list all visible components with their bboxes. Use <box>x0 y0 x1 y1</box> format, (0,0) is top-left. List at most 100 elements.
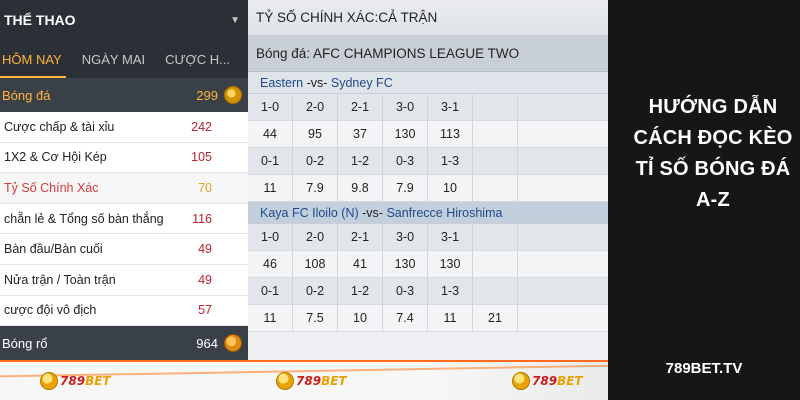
odds-cell[interactable]: 46 <box>248 251 293 277</box>
odds-cell[interactable]: 37 <box>338 121 383 147</box>
market-label: chẵn lẻ & Tổng số bàn thắng <box>4 211 164 226</box>
odds-cell[interactable]: 130 <box>428 251 473 277</box>
odds-grid: 1-0 2-0 2-1 3-0 3-1 46 108 41 130 130 0-1 0-2 1-2 0-3… <box>248 224 608 332</box>
sport-label: Bóng rổ <box>2 335 48 351</box>
score-cell: 0-2 <box>293 278 338 304</box>
tab-today[interactable]: HÔM NAY <box>0 40 66 78</box>
league-header: Bóng đá: AFC CHAMPIONS LEAGUE TWO <box>248 36 608 72</box>
banner-site-url[interactable]: 789BET.TV <box>608 360 800 377</box>
versus-label: -vs- <box>306 75 328 90</box>
market-item-1x2-double-chance[interactable]: 1X2 & Cơ Hội Kép 105 <box>0 142 248 174</box>
odds-cell[interactable]: 44 <box>248 121 293 147</box>
market-count: 70 <box>198 180 212 195</box>
sport-count: 964 <box>196 335 218 351</box>
odds-cell[interactable]: 108 <box>293 251 338 277</box>
odds-cell[interactable]: 130 <box>383 121 428 147</box>
odds-cell[interactable]: 113 <box>428 121 473 147</box>
away-team: Sanfrecce Hiroshima <box>386 205 503 220</box>
market-label: cược đội vô địch <box>4 303 97 318</box>
score-cell: 0-2 <box>293 148 338 174</box>
odds-cell[interactable]: 7.9 <box>293 175 338 201</box>
odds-cell[interactable]: 41 <box>338 251 383 277</box>
market-item-correct-score[interactable]: Tỷ Số Chính Xác 70 <box>0 173 248 204</box>
market-item-outright-winner[interactable]: cược đội vô địch 57 <box>0 295 248 327</box>
score-cell <box>473 224 518 250</box>
odds-cell[interactable]: 11 <box>248 175 293 201</box>
score-row: 0-1 0-2 1-2 0-3 1-3 <box>248 148 608 175</box>
score-cell: 0-1 <box>248 278 293 304</box>
tab-tomorrow[interactable]: NGÀY MAI <box>80 40 149 78</box>
odds-cell[interactable]: 7.4 <box>383 305 428 331</box>
away-team: Sydney FC <box>330 75 393 90</box>
brand-logo: 789BET <box>276 372 347 390</box>
score-cell: 1-3 <box>428 278 473 304</box>
sports-sidebar: THỂ THAO ▼ HÔM NAY NGÀY MAI CƯỢC H... Bó… <box>0 0 248 400</box>
market-label: Cược chấp & tài xỉu <box>4 119 115 134</box>
coin-icon <box>276 372 294 390</box>
brand-logo: 789BET <box>512 372 583 390</box>
basketball-icon <box>224 334 242 353</box>
odds-cell[interactable]: 10 <box>428 175 473 201</box>
market-count: 49 <box>198 242 212 257</box>
banner-headline: HƯỚNG DẪN CÁCH ĐỌC KÈO TỈ SỐ BÓNG ĐÁ A-Z <box>626 92 800 216</box>
sidebar-header[interactable]: THỂ THAO ▼ <box>0 0 248 40</box>
score-cell: 1-2 <box>338 148 383 174</box>
market-label: 1X2 & Cơ Hội Kép <box>4 150 107 165</box>
odds-cell[interactable]: 11 <box>248 305 293 331</box>
market-count: 116 <box>192 211 212 226</box>
score-row: 1-0 2-0 2-1 3-0 3-1 <box>248 224 608 251</box>
score-cell <box>473 94 518 120</box>
market-item-halftime-fulltime[interactable]: Nửa trận / Toàn trận 49 <box>0 264 248 296</box>
score-cell: 0-3 <box>383 148 428 174</box>
score-cell: 0-3 <box>383 278 428 304</box>
score-cell: 2-1 <box>338 224 383 250</box>
odds-cell[interactable]: 95 <box>293 121 338 147</box>
odds-cell[interactable] <box>473 251 518 277</box>
odds-cell[interactable]: 21 <box>473 305 518 331</box>
score-cell: 2-0 <box>293 224 338 250</box>
soccer-ball-icon <box>224 86 242 104</box>
market-count: 57 <box>198 303 212 318</box>
coin-icon <box>40 372 58 390</box>
sidebar-title: THỂ THAO <box>4 12 76 28</box>
score-cell: 2-1 <box>338 94 383 120</box>
score-cell: 2-0 <box>293 94 338 120</box>
watermark-strip: 789BET 789BET 789BET <box>0 360 608 400</box>
score-cell: 1-0 <box>248 224 293 250</box>
market-item-odd-even-total-goals[interactable]: chẵn lẻ & Tổng số bàn thắng 116 <box>0 203 248 235</box>
sport-item-basketball[interactable]: Bóng rổ 964 <box>0 326 248 361</box>
day-tabs: HÔM NAY NGÀY MAI CƯỢC H... <box>0 40 248 78</box>
odds-panel: TỶ SỐ CHÍNH XÁC:CẢ TRẬN Bóng đá: AFC CHA… <box>248 0 608 400</box>
score-row: 0-1 0-2 1-2 0-3 1-3 <box>248 278 608 305</box>
odds-cell[interactable]: 130 <box>383 251 428 277</box>
odds-cell[interactable] <box>473 175 518 201</box>
odds-cell[interactable]: 11 <box>428 305 473 331</box>
home-team: Kaya FC Iloilo (N) <box>260 205 359 220</box>
market-item-first-last-goal[interactable]: Bàn đầu/Bàn cuối 49 <box>0 234 248 265</box>
odds-grid: 1-0 2-0 2-1 3-0 3-1 44 95 37 130 113 0-1 0-2 1-2 0-3 1… <box>248 94 608 202</box>
tab-outright[interactable]: CƯỢC H... <box>163 40 234 78</box>
versus-label: -vs- <box>362 205 383 220</box>
banner-line: CÁCH ĐỌC KÈO <box>633 127 793 149</box>
odds-row: 11 7.5 10 7.4 11 21 <box>248 305 608 332</box>
odds-cell[interactable]: 10 <box>338 305 383 331</box>
sport-label: Bóng đá <box>2 87 51 103</box>
logo-text: 789BET <box>296 374 347 388</box>
score-cell: 0-1 <box>248 148 293 174</box>
score-cell: 1-3 <box>428 148 473 174</box>
odds-cell[interactable]: 7.9 <box>383 175 428 201</box>
banner-line: A-Z <box>696 189 730 211</box>
home-team: Eastern <box>260 75 304 90</box>
odds-cell[interactable] <box>473 121 518 147</box>
market-item-handicap-overunder[interactable]: Cược chấp & tài xỉu 242 <box>0 112 248 143</box>
banner-line: TỈ SỐ BÓNG ĐÁ <box>635 158 791 180</box>
market-count: 105 <box>191 150 212 165</box>
collapse-caret-icon[interactable]: ▼ <box>230 15 240 26</box>
odds-cell[interactable]: 7.5 <box>293 305 338 331</box>
score-cell: 3-0 <box>383 94 428 120</box>
match-header: Kaya FC Iloilo (N) -vs- Sanfrecce Hirosh… <box>248 202 608 224</box>
sport-item-football[interactable]: Bóng đá 299 <box>0 78 248 112</box>
score-row: 1-0 2-0 2-1 3-0 3-1 <box>248 94 608 121</box>
market-count: 49 <box>198 272 212 287</box>
odds-cell[interactable]: 9.8 <box>338 175 383 201</box>
